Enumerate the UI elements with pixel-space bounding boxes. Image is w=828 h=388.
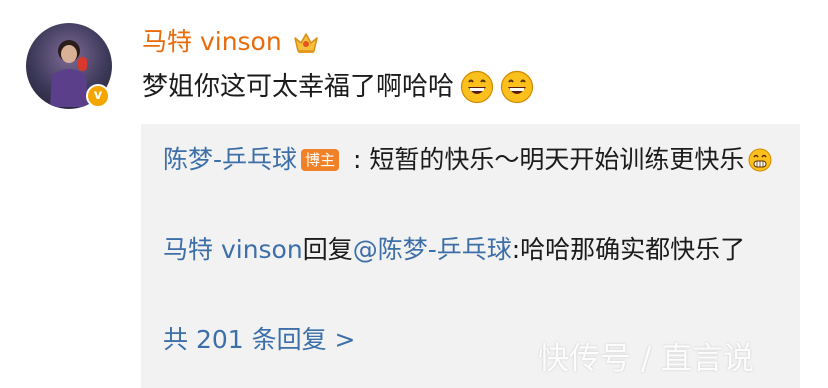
more-replies-link[interactable]: 共 201 条回复 > — [163, 320, 356, 360]
reply-author-link[interactable]: 陈梦-乒乓球 — [163, 145, 297, 174]
reply-item: 马特 vinson回复@陈梦-乒乓球:哈哈那确实都快乐了 — [163, 228, 773, 272]
crown-icon — [294, 33, 318, 53]
reply-item: 陈梦-乒乓球 博主 : 短暂的快乐～明天开始训练更快乐 — [163, 138, 773, 182]
reply-mention-link[interactable]: @陈梦-乒乓球 — [353, 235, 512, 264]
grinning-emoji-icon — [460, 70, 494, 104]
comment-username[interactable]: 马特 vinson — [142, 26, 282, 58]
watermark-text: 快传号 / 直言说 — [538, 341, 755, 377]
grin-teeth-emoji-icon — [748, 148, 772, 172]
grinning-emoji-icon — [500, 70, 534, 104]
reply-text: 短暂的快乐～明天开始训练更快乐 — [369, 145, 745, 174]
author-tag-badge: 博主 — [301, 149, 340, 171]
reply-action: 回复 — [302, 235, 353, 264]
reply-text: :哈哈那确实都快乐了 — [511, 235, 746, 264]
reply-separator: : — [345, 145, 370, 174]
verified-badge: v — [86, 84, 110, 108]
comment-text: 梦姐你这可太幸福了啊哈哈 — [142, 72, 455, 102]
reply-author-link[interactable]: 马特 vinson — [163, 235, 303, 264]
comment-text-line: 梦姐你这可太幸福了啊哈哈 — [142, 68, 534, 106]
avatar-person-icon — [50, 40, 88, 107]
